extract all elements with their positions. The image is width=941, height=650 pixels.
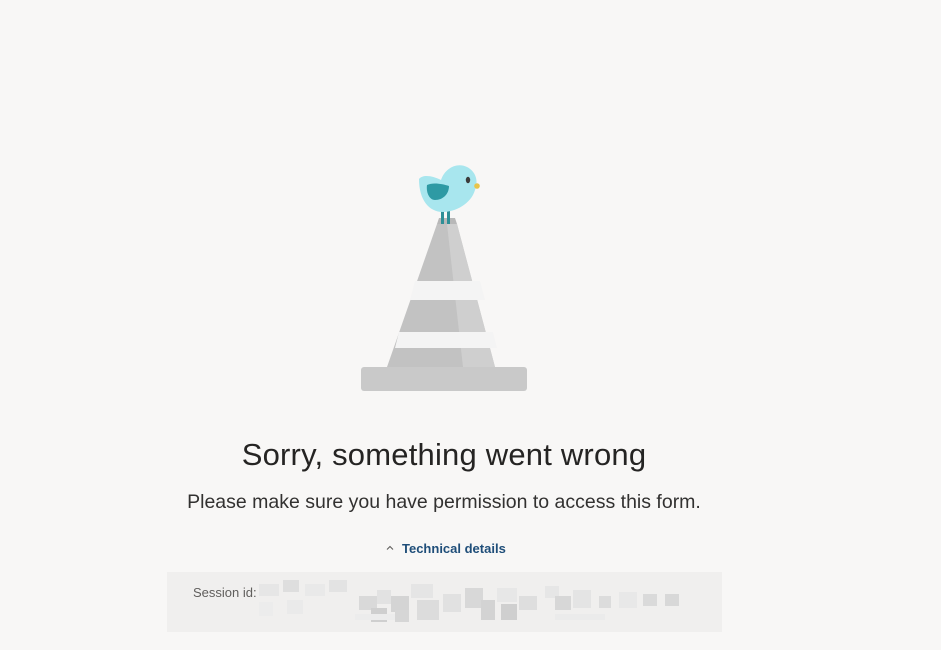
- technical-details-label: Technical details: [402, 540, 506, 556]
- technical-details-panel: Session id:: [167, 572, 722, 632]
- bird-on-traffic-cone-icon: [355, 160, 535, 395]
- error-message: Please make sure you have permission to …: [187, 491, 701, 513]
- chevron-up-icon: [384, 542, 396, 554]
- session-id-value-redacted: [259, 580, 709, 624]
- technical-details-toggle[interactable]: Technical details: [384, 538, 506, 558]
- error-title: Sorry, something went wrong: [241, 437, 647, 472]
- session-id-label: Session id:: [193, 585, 257, 600]
- error-page: Sorry, something went wrong Please make …: [0, 0, 941, 650]
